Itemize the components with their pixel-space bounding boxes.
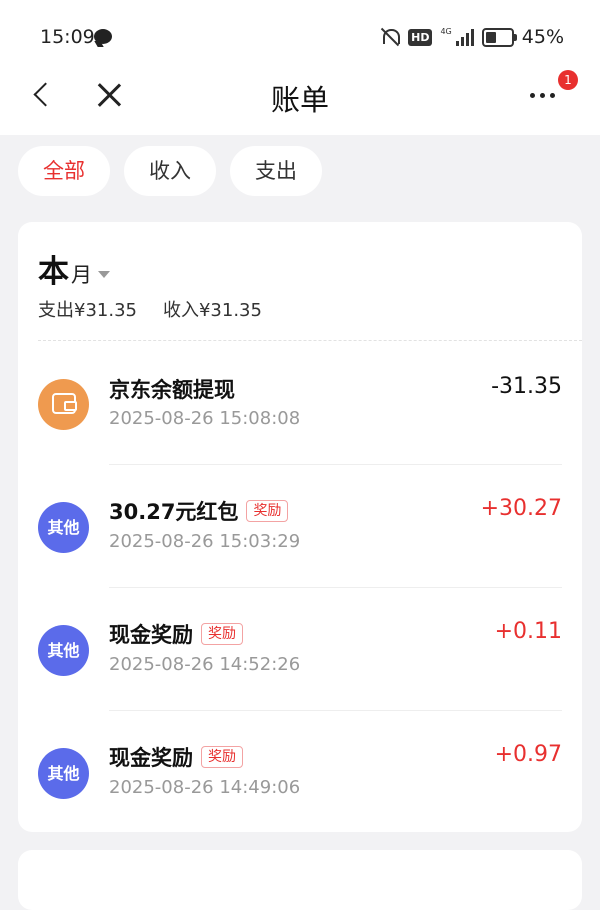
transaction-row[interactable]: 其他 现金奖励 奖励 2025-08-26 14:49:06 +0.97	[18, 710, 582, 832]
wallet-icon	[38, 379, 89, 430]
filter-all[interactable]: 全部	[18, 146, 110, 196]
reward-tag: 奖励	[201, 623, 243, 645]
next-card	[18, 850, 582, 910]
transaction-amount: +0.97	[494, 742, 562, 767]
filter-income[interactable]: 收入	[124, 146, 216, 196]
top-bar: 15:09 HD 4G 45% 账单 1	[0, 0, 600, 135]
month-summary: 支出¥31.35 收入¥31.35	[38, 296, 262, 322]
transaction-time: 2025-08-26 14:52:26	[109, 654, 301, 675]
status-bar: 15:09 HD 4G 45%	[0, 0, 600, 70]
status-icons: HD 4G 45%	[380, 24, 564, 50]
transaction-amount: +0.11	[494, 619, 562, 644]
caret-down-icon	[98, 271, 110, 278]
row-divider	[109, 587, 562, 588]
page-title: 账单	[270, 83, 329, 117]
reward-tag: 奖励	[201, 746, 243, 768]
battery-level: 45%	[521, 26, 564, 48]
notification-badge: 1	[558, 70, 578, 90]
transaction-time: 2025-08-26 14:49:06	[109, 777, 301, 798]
row-divider	[109, 464, 562, 465]
transaction-row[interactable]: 其他 30.27元红包 奖励 2025-08-26 15:03:29 +30.2…	[18, 464, 582, 586]
transaction-amount: +30.27	[480, 496, 562, 521]
divider	[38, 340, 582, 341]
other-icon: 其他	[38, 502, 89, 553]
period-label-big: 本	[38, 254, 69, 290]
transaction-title: 现金奖励 奖励	[109, 742, 243, 772]
nav-bar: 账单 1	[0, 65, 600, 127]
other-icon: 其他	[38, 625, 89, 676]
transaction-time: 2025-08-26 15:03:29	[109, 531, 301, 552]
income-total: 收入¥31.35	[162, 300, 262, 321]
transaction-amount: -31.35	[491, 374, 562, 399]
period-selector[interactable]: 本 月	[38, 246, 110, 291]
signal-icon: 4G	[440, 27, 474, 46]
period-label-small: 月	[71, 263, 92, 287]
filter-expense[interactable]: 支出	[230, 146, 322, 196]
message-icon	[94, 29, 112, 44]
row-divider	[109, 710, 562, 711]
expense-total: 支出¥31.35	[38, 300, 137, 321]
status-time: 15:09	[40, 26, 95, 48]
transaction-title: 30.27元红包 奖励	[109, 496, 289, 526]
transaction-title: 京东余额提现	[109, 378, 235, 402]
transaction-row[interactable]: 其他 现金奖励 奖励 2025-08-26 14:52:26 +0.11	[18, 587, 582, 709]
transaction-title: 现金奖励 奖励	[109, 619, 243, 649]
hd-icon: HD	[408, 28, 433, 46]
reward-tag: 奖励	[246, 500, 289, 522]
more-icon[interactable]	[530, 93, 568, 103]
transaction-row[interactable]: 京东余额提现 2025-08-26 15:08:08 -31.35	[18, 342, 582, 464]
transaction-time: 2025-08-26 15:08:08	[109, 408, 301, 429]
other-icon: 其他	[38, 748, 89, 799]
battery-icon	[481, 27, 517, 47]
bill-card: 本 月 支出¥31.35 收入¥31.35 京东余额提现 2025-08-26 …	[18, 222, 582, 832]
network-type: 4G	[440, 27, 452, 36]
filter-tabs: 全部 收入 支出	[18, 146, 322, 196]
mute-icon	[380, 27, 401, 47]
